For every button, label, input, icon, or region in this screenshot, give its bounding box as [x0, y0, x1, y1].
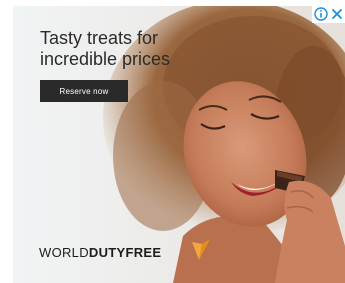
ad-headline-line1: Tasty treats for: [40, 28, 159, 48]
info-icon[interactable]: [314, 7, 328, 21]
ad-headline: Tasty treats for incredible prices: [40, 28, 210, 70]
brand-mark-icon: [192, 239, 210, 260]
reserve-now-button[interactable]: Reserve now: [40, 80, 128, 102]
brand-logo-text: WORLDDUTYFREE: [39, 245, 161, 260]
brand-text-dutyfree: DUTYFREE: [88, 245, 162, 260]
close-icon[interactable]: [330, 7, 344, 21]
brand-text-world: WORLD: [39, 245, 89, 260]
adchoices-bar: [312, 6, 345, 23]
ad-headline-line2: incredible prices: [40, 49, 171, 69]
advertisement[interactable]: Tasty treats for incredible prices Reser…: [13, 6, 345, 283]
